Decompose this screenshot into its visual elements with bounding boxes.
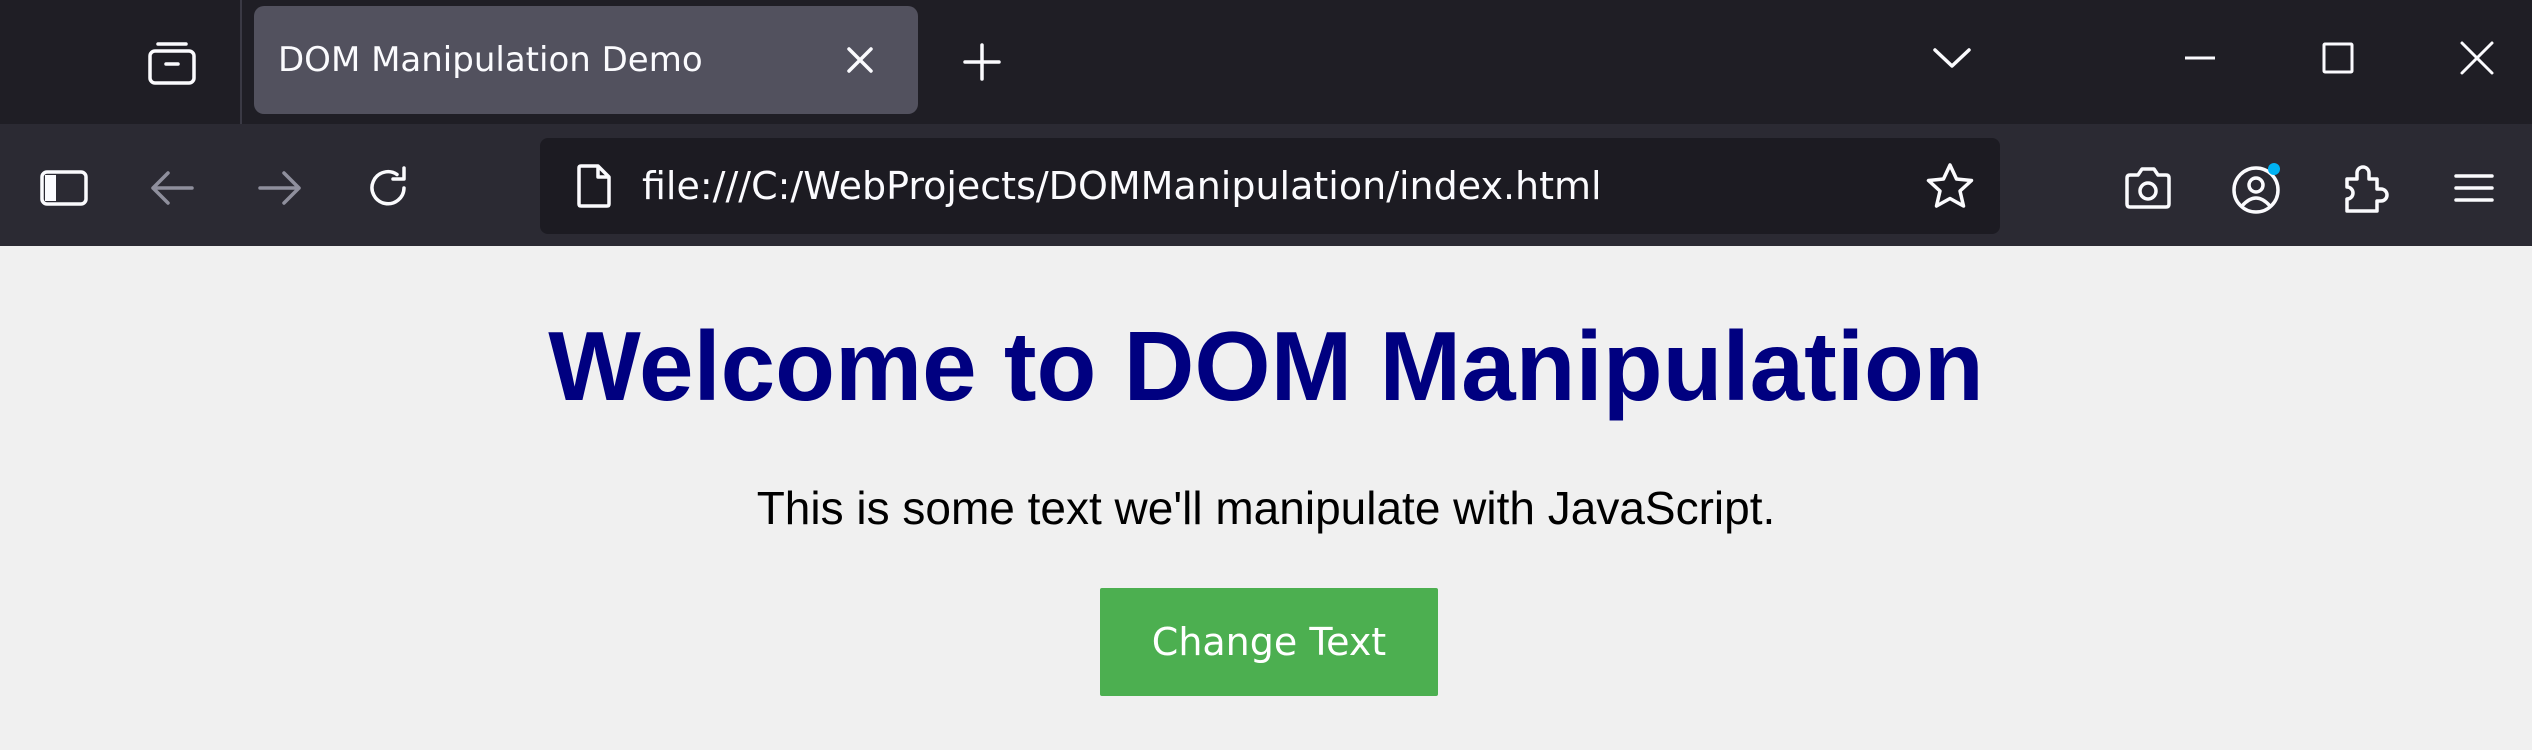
address-bar[interactable]: file:///C:/WebProjects/DOMManipulation/i… xyxy=(540,138,2000,234)
window-maximize-button[interactable] xyxy=(2283,18,2393,98)
page-icon xyxy=(577,164,611,208)
navigation-toolbar: file:///C:/WebProjects/DOMManipulation/i… xyxy=(0,124,2532,246)
close-icon xyxy=(2460,41,2494,75)
sidebar-toggle-button[interactable] xyxy=(28,152,100,224)
hamburger-menu-icon xyxy=(2454,174,2494,202)
close-icon xyxy=(847,47,873,73)
puzzle-icon xyxy=(2345,165,2389,213)
tab-overview-button[interactable] xyxy=(132,28,212,96)
tab-title: DOM Manipulation Demo xyxy=(278,40,703,80)
demo-paragraph: This is some text we'll manipulate with … xyxy=(756,482,1776,534)
change-text-button[interactable]: Change Text xyxy=(1100,588,1438,696)
maximize-icon xyxy=(2322,42,2354,74)
page-content: Welcome to DOM Manipulation This is some… xyxy=(0,246,2532,750)
star-icon xyxy=(1926,163,1974,208)
extensions-button[interactable] xyxy=(2330,152,2402,224)
tab-close-button[interactable] xyxy=(830,30,890,90)
sidebar-icon xyxy=(40,170,88,206)
url-text[interactable]: file:///C:/WebProjects/DOMManipulation/i… xyxy=(642,138,1602,234)
tab-strip: DOM Manipulation Demo xyxy=(0,0,2532,124)
account-button[interactable] xyxy=(2222,152,2294,224)
reload-button[interactable] xyxy=(352,152,424,224)
camera-icon xyxy=(2125,167,2171,209)
chevron-down-icon xyxy=(1933,48,1971,68)
window-minimize-button[interactable] xyxy=(2145,18,2255,98)
back-button[interactable] xyxy=(136,152,208,224)
app-menu-button[interactable] xyxy=(2438,152,2510,224)
screenshot-button[interactable] xyxy=(2112,152,2184,224)
page-heading: Welcome to DOM Manipulation xyxy=(548,311,1984,421)
new-tab-button[interactable] xyxy=(950,30,1014,94)
forward-button[interactable] xyxy=(244,152,316,224)
window-close-button[interactable] xyxy=(2422,18,2532,98)
list-all-tabs-button[interactable] xyxy=(1920,26,1984,90)
back-arrow-icon xyxy=(151,171,194,205)
reload-icon xyxy=(370,166,406,206)
minimize-icon xyxy=(2185,56,2215,60)
tab-overview-icon xyxy=(148,42,196,85)
active-tab[interactable]: DOM Manipulation Demo xyxy=(254,6,918,114)
tab-separator xyxy=(240,0,242,124)
account-icon xyxy=(2232,163,2280,214)
plus-icon xyxy=(963,43,1001,81)
forward-arrow-icon xyxy=(258,171,301,205)
bookmark-star-button[interactable] xyxy=(1920,156,1980,216)
notification-badge xyxy=(2268,163,2280,175)
page-info-button[interactable] xyxy=(564,156,624,216)
